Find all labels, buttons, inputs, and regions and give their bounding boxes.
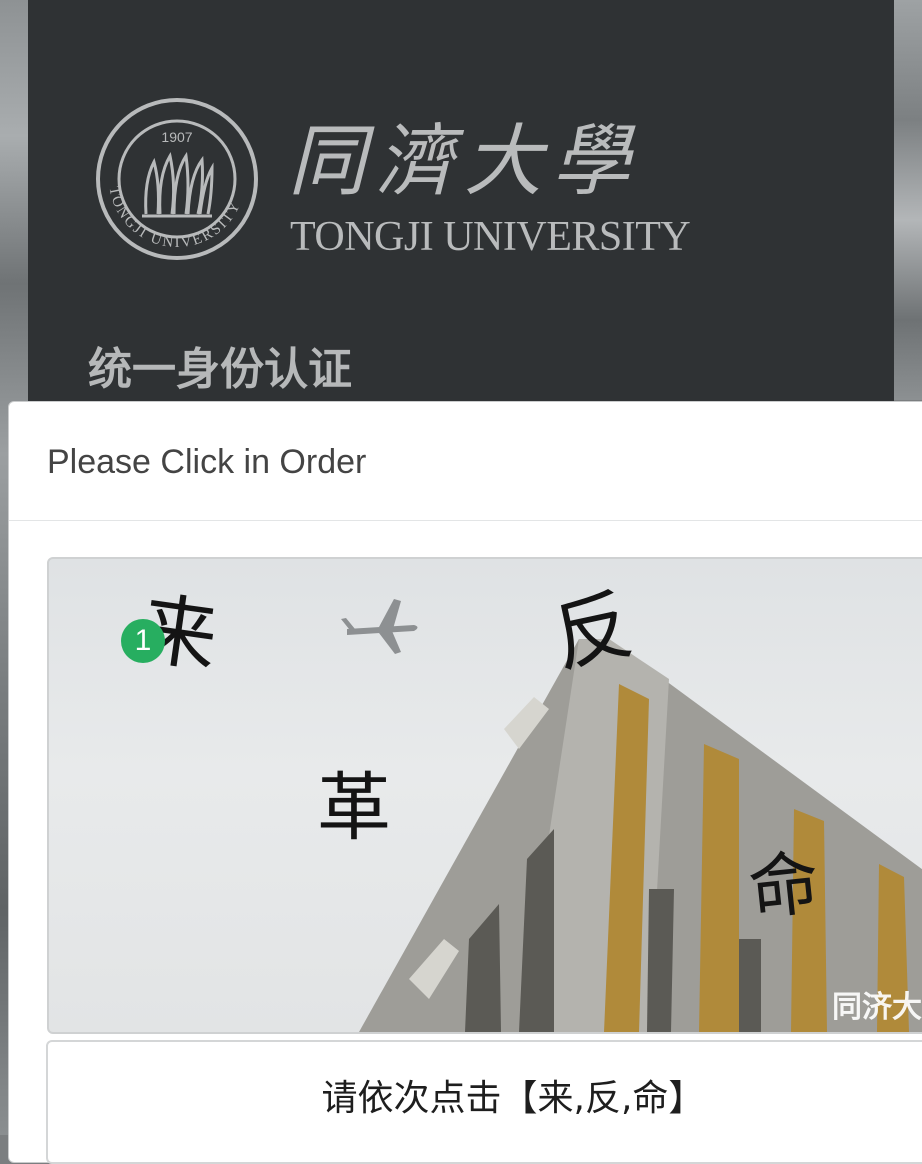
captcha-instruction-box: 请依次点击【来,反,命】 — [46, 1040, 922, 1164]
captcha-character-fan[interactable]: 反 — [545, 580, 640, 684]
page-title: 统一身份认证 — [88, 344, 352, 395]
modal-header: Please Click in Order — [9, 402, 922, 521]
modal-title: Please Click in Order — [47, 443, 367, 481]
image-watermark: 同济大 — [832, 990, 922, 1025]
university-seal-icon: TONGJI UNIVERSITY 1907 — [94, 96, 260, 262]
captcha-character-ming[interactable]: 命 — [745, 842, 823, 931]
captcha-character-ge[interactable]: 革 — [317, 771, 391, 845]
click-order-marker[interactable]: 1 — [121, 619, 165, 663]
captcha-image[interactable]: 来 反 革 命 — [47, 557, 922, 1034]
background-right-edge — [894, 0, 922, 400]
university-name-chinese: 同濟大學 — [288, 117, 641, 207]
airplane-icon — [341, 599, 418, 654]
captcha-instruction: 请依次点击【来,反,命】 — [321, 1078, 705, 1119]
university-name-english: TONGJI UNIVERSITY — [290, 214, 691, 260]
svg-text:1907: 1907 — [161, 129, 192, 145]
